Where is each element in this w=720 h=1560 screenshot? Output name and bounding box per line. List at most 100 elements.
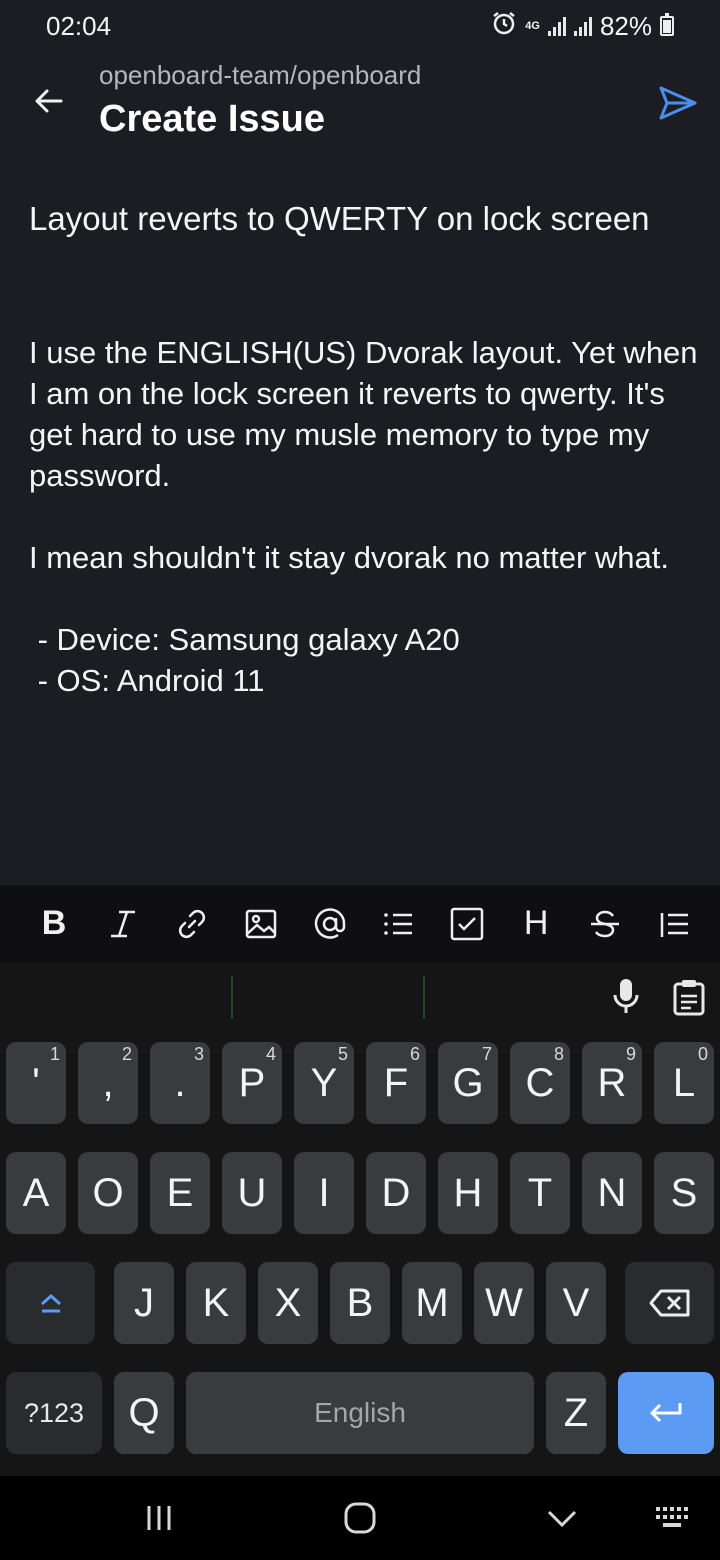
- key-label: W: [485, 1281, 523, 1325]
- signal-icon-2: [573, 16, 592, 36]
- key-label: H: [453, 1171, 483, 1215]
- shift-icon: [40, 1293, 61, 1313]
- key-hint: 1: [49, 1044, 60, 1064]
- key-label: R: [597, 1061, 627, 1105]
- key-n[interactable]: N: [582, 1152, 642, 1234]
- key-k[interactable]: K: [186, 1262, 246, 1344]
- key-label: N: [597, 1171, 627, 1215]
- key-label: Y: [310, 1061, 338, 1105]
- key-label: A: [22, 1171, 50, 1215]
- home-icon: [344, 1502, 376, 1534]
- strikethrough-button[interactable]: [581, 900, 629, 948]
- backspace-key[interactable]: [625, 1262, 714, 1344]
- space-key[interactable]: English: [186, 1372, 534, 1454]
- key-s[interactable]: S: [654, 1152, 714, 1234]
- key-w[interactable]: W: [474, 1262, 534, 1344]
- key-label: ': [32, 1061, 40, 1105]
- battery-percent: 82%: [599, 10, 652, 41]
- key-hint: 9: [625, 1044, 636, 1064]
- issue-body-input[interactable]: I use the ENGLISH(US) Dvorak layout. Yet…: [29, 332, 699, 701]
- key-label: B: [346, 1281, 374, 1325]
- enter-key[interactable]: [618, 1372, 714, 1454]
- status-bar: 02:04 4G 82%: [0, 0, 720, 52]
- recent-apps-button[interactable]: [134, 1496, 184, 1540]
- microphone-icon: [613, 979, 639, 1013]
- ordered-list-button[interactable]: [650, 900, 698, 948]
- enter-icon: [650, 1403, 682, 1423]
- key-hint: 8: [553, 1044, 564, 1064]
- key-o[interactable]: O: [78, 1152, 138, 1234]
- key-hint: 5: [337, 1044, 348, 1064]
- key-x[interactable]: X: [258, 1262, 318, 1344]
- key-u[interactable]: U: [222, 1152, 282, 1234]
- key-z[interactable]: Z: [546, 1372, 606, 1454]
- key-hint: 6: [409, 1044, 420, 1064]
- key-label: C: [525, 1061, 555, 1105]
- heading-button[interactable]: H: [512, 900, 560, 948]
- key-period[interactable]: 3.: [150, 1042, 210, 1124]
- key-j[interactable]: J: [114, 1262, 174, 1344]
- key-h[interactable]: H: [438, 1152, 498, 1234]
- key-d[interactable]: D: [366, 1152, 426, 1234]
- back-button[interactable]: [24, 76, 74, 126]
- send-button[interactable]: [650, 78, 706, 128]
- key-f[interactable]: 6F: [366, 1042, 426, 1124]
- key-q[interactable]: Q: [114, 1372, 174, 1454]
- keyboard-switch-button[interactable]: [648, 1496, 698, 1540]
- key-l[interactable]: 0L: [654, 1042, 714, 1124]
- key-y[interactable]: 5Y: [294, 1042, 354, 1124]
- battery-icon: [660, 13, 674, 36]
- key-m[interactable]: M: [402, 1262, 462, 1344]
- space-label: English: [314, 1397, 406, 1428]
- status-time: 02:04: [46, 10, 112, 41]
- key-apostrophe[interactable]: 1 ': [6, 1042, 66, 1124]
- key-b[interactable]: B: [330, 1262, 390, 1344]
- bold-icon: B: [41, 904, 67, 942]
- key-comma[interactable]: 2,: [78, 1042, 138, 1124]
- keyboard-icon: [656, 1507, 688, 1527]
- issue-title-input[interactable]: Layout reverts to QWERTY on lock screen: [29, 198, 689, 240]
- key-label: D: [381, 1171, 411, 1215]
- mention-button[interactable]: [306, 900, 354, 948]
- list-button[interactable]: [374, 900, 422, 948]
- chevron-down-icon: [547, 1510, 577, 1528]
- checkbox-button[interactable]: [443, 900, 491, 948]
- backspace-icon: [649, 1289, 689, 1317]
- key-label: J: [134, 1281, 154, 1325]
- key-t[interactable]: T: [510, 1152, 570, 1234]
- issue-body-list-item: - OS: Android 11: [29, 663, 265, 698]
- formatting-toolbar: B H: [0, 885, 720, 962]
- key-g[interactable]: 7G: [438, 1042, 498, 1124]
- clipboard-button[interactable]: [668, 976, 710, 1018]
- key-c[interactable]: 8C: [510, 1042, 570, 1124]
- bold-button[interactable]: B: [30, 900, 78, 948]
- key-label: Q: [128, 1391, 160, 1435]
- key-p[interactable]: 4P: [222, 1042, 282, 1124]
- shift-key[interactable]: [6, 1262, 95, 1344]
- signal-icon: [547, 16, 566, 36]
- arrow-left-icon: [35, 89, 63, 113]
- key-e[interactable]: E: [150, 1152, 210, 1234]
- key-label: K: [202, 1281, 230, 1325]
- repo-name: openboard-team/openboard: [99, 60, 422, 90]
- issue-body-list-item: - Device: Samsung galaxy A20: [29, 622, 460, 657]
- home-button[interactable]: [335, 1496, 385, 1540]
- image-button[interactable]: [237, 900, 285, 948]
- key-label: O: [92, 1171, 124, 1215]
- suggestion-divider: [423, 976, 425, 1018]
- symbols-key[interactable]: ?123: [6, 1372, 102, 1454]
- voice-input-button[interactable]: [606, 976, 646, 1016]
- key-label: I: [318, 1171, 330, 1215]
- italic-icon: [110, 910, 135, 937]
- key-i[interactable]: I: [294, 1152, 354, 1234]
- key-label: F: [383, 1061, 409, 1105]
- italic-button[interactable]: [99, 900, 147, 948]
- link-button[interactable]: [168, 900, 216, 948]
- suggestion-strip: [0, 962, 720, 1030]
- key-r[interactable]: 9R: [582, 1042, 642, 1124]
- alarm-icon: [491, 10, 517, 43]
- key-v[interactable]: V: [546, 1262, 606, 1344]
- hide-keyboard-button[interactable]: [537, 1496, 587, 1540]
- soft-keyboard: 1 ' 2, 3. 4P 5Y 6F 7G 8C 9R 0L A O E U I …: [0, 962, 720, 1476]
- key-a[interactable]: A: [6, 1152, 66, 1234]
